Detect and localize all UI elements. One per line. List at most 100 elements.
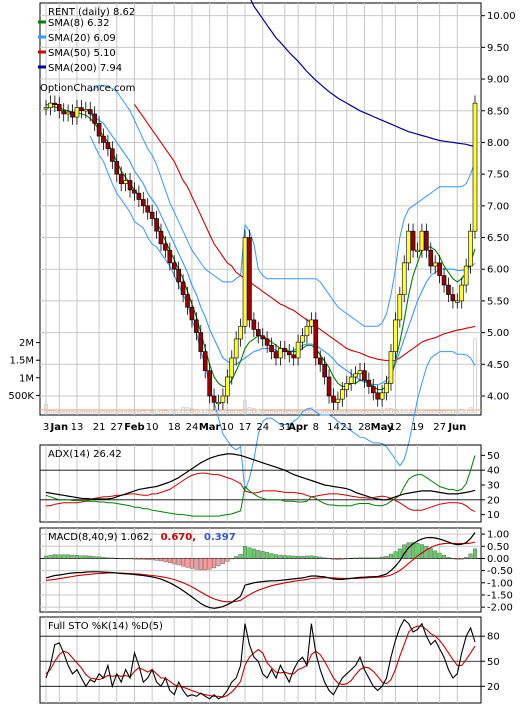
date-tick-label: Jun	[447, 422, 466, 433]
macd-histogram-value: 0.397	[204, 532, 236, 543]
y-tick-label: 10	[487, 510, 500, 521]
candle-up	[416, 250, 420, 252]
macd-histogram-bar	[318, 557, 322, 558]
y-tick-label: 7.00	[487, 201, 509, 212]
macd-histogram-bar	[367, 558, 371, 559]
candle-down	[132, 190, 136, 193]
candle-up	[464, 266, 468, 285]
candle-down	[367, 380, 371, 386]
candle-down	[451, 295, 455, 301]
candle-up	[407, 231, 411, 263]
y-tick-label: 80	[487, 632, 500, 643]
macd-histogram-bar	[433, 551, 437, 559]
candle-up	[354, 374, 358, 377]
macd-histogram-bar	[305, 556, 309, 558]
macd-signal-value: 0.670,	[161, 532, 196, 543]
date-tick-label: 14	[327, 422, 340, 433]
candle-up	[393, 320, 397, 352]
date-tick-label: 21	[93, 422, 106, 433]
macd-histogram-bar	[141, 558, 145, 559]
volume-tick-label: 1.5M	[9, 356, 34, 367]
y-tick-label: -1.50	[487, 590, 513, 601]
candle-down	[194, 320, 198, 333]
y-tick-label: 50	[487, 657, 500, 668]
candle-down	[314, 320, 318, 358]
candle-down	[265, 339, 269, 345]
candle-down	[57, 104, 61, 110]
macd-histogram-bar	[336, 558, 340, 559]
candle-down	[256, 329, 260, 335]
macd-histogram-bar	[106, 558, 110, 559]
macd-histogram-bar	[212, 558, 216, 567]
candle-up	[460, 285, 464, 301]
macd-histogram-bar	[217, 558, 221, 565]
candle-up	[221, 396, 225, 402]
date-tick-label: 28	[358, 422, 371, 433]
macd-histogram-bar	[93, 556, 97, 558]
macd-histogram-bar	[102, 557, 106, 558]
date-tick-label: 24	[186, 422, 199, 433]
candle-up	[389, 352, 393, 384]
candle-down	[97, 123, 101, 136]
candle-down	[274, 352, 278, 358]
macd-histogram-bar	[287, 556, 291, 559]
candle-down	[362, 371, 366, 381]
macd-histogram-bar	[155, 558, 159, 560]
y-tick-label: 0.50	[487, 542, 509, 553]
date-tick-label: Mar	[199, 422, 221, 433]
candle-down	[128, 180, 132, 190]
candle-up	[84, 109, 88, 111]
candle-up	[433, 263, 437, 266]
candle-down	[424, 231, 428, 250]
y-tick-label: 8.50	[487, 106, 509, 117]
candle-down	[177, 269, 181, 282]
candle-down	[287, 352, 291, 355]
y-tick-label: 7.50	[487, 170, 509, 181]
y-tick-label: 1.00	[487, 530, 509, 541]
macd-histogram-bar	[208, 558, 212, 569]
candle-up	[230, 358, 234, 377]
candle-down	[376, 393, 380, 399]
date-tick-label: 21	[340, 422, 353, 433]
candle-down	[442, 276, 446, 286]
macd-histogram-bar	[473, 549, 477, 559]
candle-down	[186, 295, 190, 308]
macd-histogram-bar	[270, 554, 274, 559]
macd-histogram-bar	[252, 549, 256, 558]
macd-histogram-bar	[398, 549, 402, 559]
macd-histogram-bar	[203, 558, 207, 569]
candle-up	[305, 326, 309, 336]
macd-histogram-bar	[341, 558, 345, 559]
macd-histogram-bar	[279, 555, 283, 558]
candle-up	[44, 108, 48, 110]
candle-down	[292, 355, 296, 358]
candle-up	[340, 390, 344, 400]
macd-histogram-bar	[394, 552, 398, 559]
candle-up	[455, 301, 459, 303]
candle-down	[53, 103, 57, 105]
candle-down	[137, 193, 141, 199]
candle-down	[79, 108, 83, 111]
macd-histogram-bar	[168, 558, 172, 562]
macd-histogram-bar	[133, 558, 137, 559]
candle-up	[349, 377, 353, 383]
candle-up	[358, 371, 362, 374]
date-tick-label: Apr	[288, 422, 308, 433]
macd-histogram-bar	[283, 556, 287, 559]
y-tick-label: 5.50	[487, 296, 509, 307]
macd-histogram-bar	[460, 558, 464, 559]
macd-histogram-bar	[274, 555, 278, 559]
macd-histogram-bar	[332, 558, 336, 559]
macd-histogram-bar	[53, 555, 57, 559]
macd-histogram-bar	[429, 548, 433, 558]
candle-down	[270, 345, 274, 351]
y-tick-label: 5.00	[487, 328, 509, 339]
macd-histogram-bar	[66, 555, 70, 559]
y-tick-label: 10.00	[487, 11, 516, 22]
candle-down	[163, 244, 167, 250]
date-tick-label: Jan	[49, 422, 68, 433]
macd-histogram-bar	[49, 555, 53, 558]
macd-histogram-bar	[438, 553, 442, 558]
price-chart-title: RENT (daily) 8.62	[48, 7, 135, 18]
candle-down	[159, 231, 163, 244]
